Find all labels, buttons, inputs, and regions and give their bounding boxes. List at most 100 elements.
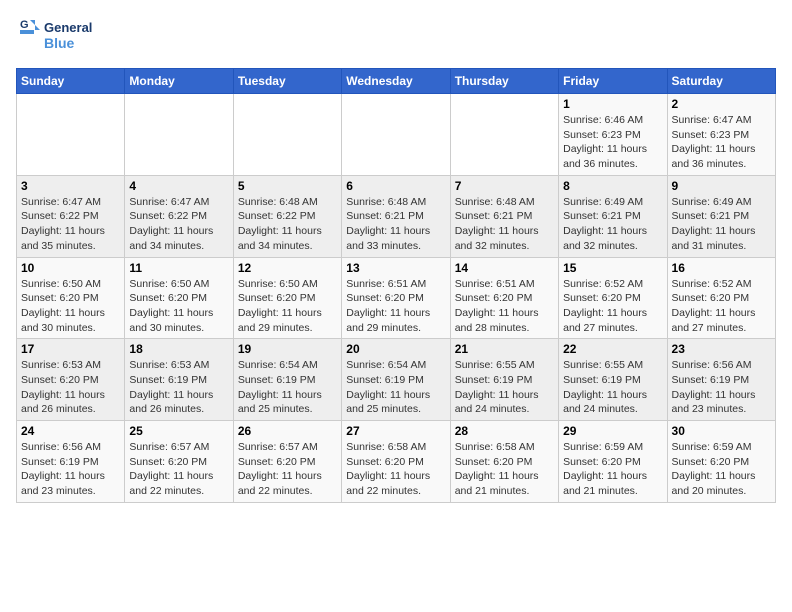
calendar-cell: 23 Sunrise: 6:56 AM Sunset: 6:19 PM Dayli… [667,339,775,421]
day-header-saturday: Saturday [667,69,775,94]
day-info: Sunrise: 6:51 AM Sunset: 6:20 PM Dayligh… [346,277,445,336]
day-number: 4 [129,179,228,193]
day-number: 18 [129,342,228,356]
day-number: 1 [563,97,662,111]
calendar-cell [342,94,450,176]
day-number: 25 [129,424,228,438]
day-info: Sunrise: 6:49 AM Sunset: 6:21 PM Dayligh… [563,195,662,254]
calendar-cell: 10Sunrise: 6:50 AM Sunset: 6:20 PM Dayli… [17,257,125,339]
day-info: Sunrise: 6:47 AM Sunset: 6:23 PM Dayligh… [672,113,771,172]
day-number: 5 [238,179,337,193]
day-info: Sunrise: 6:59 AM Sunset: 6:20 PM Dayligh… [563,440,662,499]
day-header-sunday: Sunday [17,69,125,94]
day-number: 3 [21,179,120,193]
day-number: 7 [455,179,554,193]
day-number: 29 [563,424,662,438]
day-header-monday: Monday [125,69,233,94]
day-info: Sunrise: 6:58 AM Sunset: 6:20 PM Dayligh… [346,440,445,499]
day-info: Sunrise: 6:52 AM Sunset: 6:20 PM Dayligh… [672,277,771,336]
day-number: 17 [21,342,120,356]
day-number: 14 [455,261,554,275]
calendar-cell: 15Sunrise: 6:52 AM Sunset: 6:20 PM Dayli… [559,257,667,339]
calendar-week-5: 24 Sunrise: 6:56 AM Sunset: 6:19 PM Dayli… [17,421,776,503]
day-info: Sunrise: 6:50 AM Sunset: 6:20 PM Dayligh… [129,277,228,336]
calendar-cell: 13 Sunrise: 6:51 AM Sunset: 6:20 PM Dayli… [342,257,450,339]
calendar-cell: 27 Sunrise: 6:58 AM Sunset: 6:20 PM Dayli… [342,421,450,503]
calendar-cell: 2 Sunrise: 6:47 AM Sunset: 6:23 PM Daylig… [667,94,775,176]
day-info: Sunrise: 6:48 AM Sunset: 6:21 PM Dayligh… [455,195,554,254]
day-info: Sunrise: 6:48 AM Sunset: 6:21 PM Dayligh… [346,195,445,254]
day-info: Sunrise: 6:57 AM Sunset: 6:20 PM Dayligh… [238,440,337,499]
calendar-cell: 28Sunrise: 6:58 AM Sunset: 6:20 PM Dayli… [450,421,558,503]
calendar-week-3: 10 Sunrise: 6:50 AM Sunset: 6:20 PM Dayli… [17,257,776,339]
calendar-cell: 1 Sunrise: 6:46 AM Sunset: 6:23 PM Daylig… [559,94,667,176]
day-info: Sunrise: 6:55 AM Sunset: 6:19 PM Dayligh… [563,358,662,417]
day-info: Sunrise: 6:53 AM Sunset: 6:20 PM Dayligh… [21,358,120,417]
svg-text:General: General [44,20,92,35]
calendar-cell: 14Sunrise: 6:51 AM Sunset: 6:20 PM Dayli… [450,257,558,339]
day-number: 23 [672,342,771,356]
day-number: 12 [238,261,337,275]
day-info: Sunrise: 6:52 AM Sunset: 6:20 PM Dayligh… [563,277,662,336]
calendar-cell: 19Sunrise: 6:54 AM Sunset: 6:19 PM Dayli… [233,339,341,421]
calendar-week-1: 1 Sunrise: 6:46 AM Sunset: 6:23 PM Daylig… [17,94,776,176]
calendar-cell: 5 Sunrise: 6:48 AM Sunset: 6:22 PM Daylig… [233,175,341,257]
day-info: Sunrise: 6:49 AM Sunset: 6:21 PM Dayligh… [672,195,771,254]
calendar-table: SundayMondayTuesdayWednesdayThursdayFrid… [16,68,776,503]
calendar-cell: 11 Sunrise: 6:50 AM Sunset: 6:20 PM Dayli… [125,257,233,339]
calendar-header-row: SundayMondayTuesdayWednesdayThursdayFrid… [17,69,776,94]
calendar-cell: 21 Sunrise: 6:55 AM Sunset: 6:19 PM Dayli… [450,339,558,421]
day-header-thursday: Thursday [450,69,558,94]
calendar-cell: 8 Sunrise: 6:49 AM Sunset: 6:21 PM Daylig… [559,175,667,257]
calendar-week-4: 17 Sunrise: 6:53 AM Sunset: 6:20 PM Dayli… [17,339,776,421]
day-info: Sunrise: 6:56 AM Sunset: 6:19 PM Dayligh… [672,358,771,417]
day-info: Sunrise: 6:47 AM Sunset: 6:22 PM Dayligh… [21,195,120,254]
day-info: Sunrise: 6:46 AM Sunset: 6:23 PM Dayligh… [563,113,662,172]
calendar-cell: 7 Sunrise: 6:48 AM Sunset: 6:21 PM Daylig… [450,175,558,257]
calendar-cell: 6 Sunrise: 6:48 AM Sunset: 6:21 PM Daylig… [342,175,450,257]
day-number: 11 [129,261,228,275]
day-header-wednesday: Wednesday [342,69,450,94]
day-info: Sunrise: 6:54 AM Sunset: 6:19 PM Dayligh… [238,358,337,417]
day-number: 8 [563,179,662,193]
day-info: Sunrise: 6:47 AM Sunset: 6:22 PM Dayligh… [129,195,228,254]
page-header: General Blue G [16,16,776,60]
logo: General Blue G [16,16,96,60]
day-info: Sunrise: 6:59 AM Sunset: 6:20 PM Dayligh… [672,440,771,499]
day-number: 9 [672,179,771,193]
calendar-cell: 30Sunrise: 6:59 AM Sunset: 6:20 PM Dayli… [667,421,775,503]
calendar-cell: 20 Sunrise: 6:54 AM Sunset: 6:19 PM Dayli… [342,339,450,421]
calendar-week-2: 3 Sunrise: 6:47 AM Sunset: 6:22 PM Daylig… [17,175,776,257]
calendar-cell: 25Sunrise: 6:57 AM Sunset: 6:20 PM Dayli… [125,421,233,503]
calendar-cell: 26 Sunrise: 6:57 AM Sunset: 6:20 PM Dayli… [233,421,341,503]
day-info: Sunrise: 6:53 AM Sunset: 6:19 PM Dayligh… [129,358,228,417]
calendar-cell: 3 Sunrise: 6:47 AM Sunset: 6:22 PM Daylig… [17,175,125,257]
day-number: 22 [563,342,662,356]
calendar-cell: 12Sunrise: 6:50 AM Sunset: 6:20 PM Dayli… [233,257,341,339]
logo-svg: General Blue G [16,16,96,60]
day-info: Sunrise: 6:48 AM Sunset: 6:22 PM Dayligh… [238,195,337,254]
calendar-cell: 29 Sunrise: 6:59 AM Sunset: 6:20 PM Dayli… [559,421,667,503]
day-number: 13 [346,261,445,275]
calendar-cell: 18 Sunrise: 6:53 AM Sunset: 6:19 PM Dayli… [125,339,233,421]
day-number: 24 [21,424,120,438]
calendar-cell: 22 Sunrise: 6:55 AM Sunset: 6:19 PM Dayli… [559,339,667,421]
calendar-cell: 16Sunrise: 6:52 AM Sunset: 6:20 PM Dayli… [667,257,775,339]
day-info: Sunrise: 6:56 AM Sunset: 6:19 PM Dayligh… [21,440,120,499]
day-number: 10 [21,261,120,275]
day-number: 21 [455,342,554,356]
day-header-tuesday: Tuesday [233,69,341,94]
day-number: 2 [672,97,771,111]
day-number: 26 [238,424,337,438]
day-number: 27 [346,424,445,438]
day-header-friday: Friday [559,69,667,94]
calendar-cell [17,94,125,176]
day-number: 6 [346,179,445,193]
calendar-cell [125,94,233,176]
day-number: 20 [346,342,445,356]
calendar-cell: 24 Sunrise: 6:56 AM Sunset: 6:19 PM Dayli… [17,421,125,503]
svg-text:G: G [20,19,29,31]
calendar-cell: 9 Sunrise: 6:49 AM Sunset: 6:21 PM Daylig… [667,175,775,257]
day-info: Sunrise: 6:55 AM Sunset: 6:19 PM Dayligh… [455,358,554,417]
day-info: Sunrise: 6:54 AM Sunset: 6:19 PM Dayligh… [346,358,445,417]
